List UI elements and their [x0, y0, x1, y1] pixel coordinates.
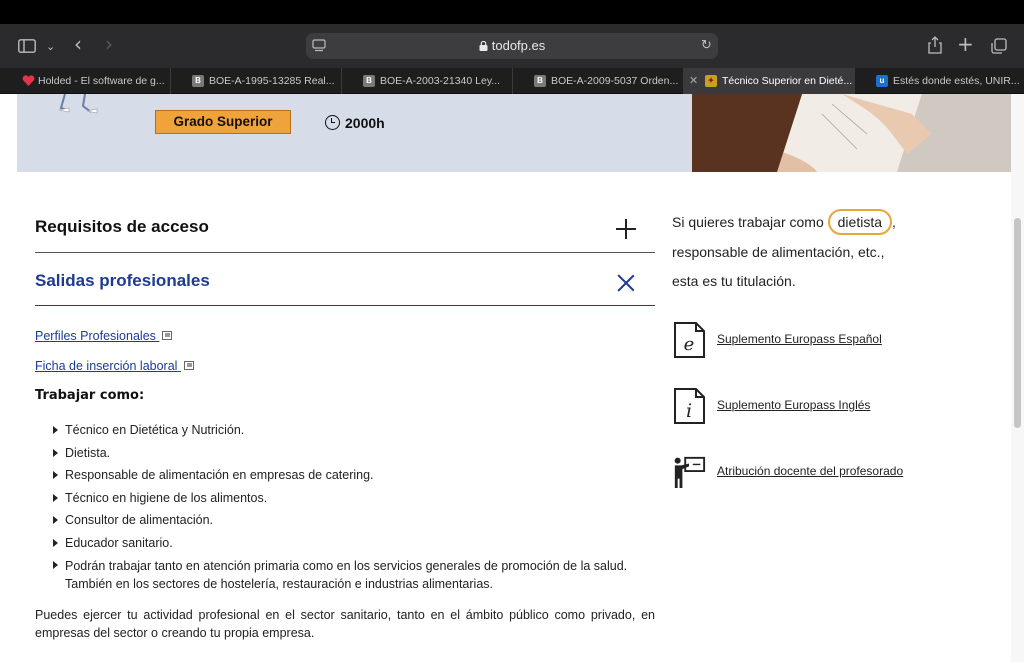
requisitos-acceso-header[interactable]: Requisitos de acceso: [35, 217, 209, 237]
doc-label: Suplemento Europass Inglés: [717, 398, 871, 412]
boe-favicon-icon: B: [192, 75, 204, 87]
duration-hours: 2000h: [325, 113, 385, 131]
doc-label: Suplemento Europass Español: [717, 332, 882, 346]
tab-label: BOE-A-1995-13285 Real...: [209, 75, 335, 87]
clock-icon: [325, 115, 340, 130]
back-icon[interactable]: ‹: [74, 34, 82, 54]
person-illustration-icon: [58, 94, 98, 114]
hero-photo: [692, 94, 1012, 172]
svg-text:e: e: [684, 334, 695, 355]
svg-text:i: i: [686, 400, 692, 422]
boe-favicon-icon: B: [534, 75, 546, 87]
lock-icon: [479, 41, 488, 51]
tab-label: Técnico Superior en Dieté...: [722, 75, 853, 87]
address-bar[interactable]: todofp.es ↻: [306, 33, 718, 59]
tab-bar: Holded - El software de g... B BOE-A-199…: [0, 68, 1024, 94]
right-intro-line3: esta es tu titulación.: [672, 273, 796, 289]
right-intro-line1: Si quieres trabajar como dietista,: [672, 209, 942, 235]
list-item: Dietista.: [53, 445, 663, 461]
share-icon[interactable]: [927, 36, 943, 54]
reload-icon[interactable]: ↻: [701, 38, 712, 54]
tab-boe-2[interactable]: B BOE-A-2003-21340 Ley...: [342, 68, 513, 94]
highlighted-word: dietista: [827, 209, 892, 235]
trabajar-como-heading: Trabajar como:: [35, 388, 145, 403]
intro-prefix: Si quieres trabajar como: [672, 214, 824, 230]
teacher-board-icon: [674, 456, 706, 489]
perfiles-profesionales-link[interactable]: Perfiles Profesionales: [35, 329, 173, 343]
page-content: Grado Superior 2000h Requisitos de acces…: [0, 94, 1024, 662]
url-display[interactable]: todofp.es: [306, 38, 718, 53]
menu-bar-strip: [0, 0, 1024, 24]
tab-label: Estés donde estés, UNIR...: [893, 75, 1020, 87]
close-tab-icon[interactable]: ✕: [689, 68, 698, 94]
boe-favicon-icon: B: [363, 75, 375, 87]
scrollbar-thumb[interactable]: [1014, 218, 1021, 428]
tab-label: BOE-A-2003-21340 Ley...: [380, 75, 501, 87]
external-link-icon: [183, 361, 194, 370]
list-item: Responsable de alimentación en empresas …: [53, 467, 663, 483]
intro-suffix: ,: [892, 214, 896, 230]
tab-boe-3[interactable]: B BOE-A-2009-5037 Orden...: [513, 68, 684, 94]
tab-label: Holded - El software de g...: [38, 75, 165, 87]
tab-tecnico-superior[interactable]: ✕ ✦ Técnico Superior en Dieté...: [684, 68, 855, 94]
list-item: Educador sanitario.: [53, 535, 663, 551]
forward-icon[interactable]: ›: [105, 34, 113, 54]
notebook-writing-photo: [692, 94, 1012, 172]
browser-toolbar: ⌄ ‹ › todofp.es ↻ +: [0, 24, 1024, 68]
jobs-list: Técnico en Dietética y Nutrición. Dietis…: [53, 422, 663, 600]
link-text: Perfiles Profesionales: [35, 329, 156, 343]
right-intro-line2: responsable de alimentación, etc.,: [672, 244, 885, 260]
page-scrollbar[interactable]: [1011, 94, 1024, 662]
tab-label: BOE-A-2009-5037 Orden...: [551, 75, 679, 87]
doc-label: Atribución docente del profesorado: [717, 464, 904, 478]
new-tab-icon[interactable]: +: [957, 34, 974, 54]
chevron-down-icon[interactable]: ⌄: [46, 39, 55, 55]
salidas-profesionales-header[interactable]: Salidas profesionales: [35, 271, 210, 291]
ministry-icon: ✦: [705, 75, 717, 87]
sidebar-toggle-icon[interactable]: [18, 39, 36, 53]
tab-boe-1[interactable]: B BOE-A-1995-13285 Real...: [171, 68, 342, 94]
plus-icon[interactable]: [616, 219, 636, 239]
tab-holded[interactable]: Holded - El software de g...: [0, 68, 171, 94]
url-text: todofp.es: [491, 38, 546, 53]
list-item: Técnico en Dietética y Nutrición.: [53, 422, 663, 438]
tab-unir[interactable]: u Estés donde estés, UNIR...: [855, 68, 1024, 94]
link-text: Ficha de inserción laboral: [35, 359, 178, 373]
divider: [35, 252, 655, 253]
close-icon[interactable]: [617, 274, 635, 292]
list-item: Consultor de alimentación.: [53, 512, 663, 528]
list-item: Técnico en higiene de los alimentos.: [53, 490, 663, 506]
unir-favicon-icon: u: [876, 75, 888, 87]
document-i-icon: i: [674, 388, 705, 424]
divider: [35, 305, 655, 306]
ficha-insercion-link[interactable]: Ficha de inserción laboral: [35, 359, 194, 373]
external-link-icon: [162, 331, 173, 340]
hours-value: 2000h: [345, 115, 385, 131]
career-paragraph: Puedes ejercer tu actividad profesional …: [35, 608, 655, 640]
holded-heart-icon: [22, 75, 35, 86]
list-item: Podrán trabajar tanto en atención primar…: [53, 557, 663, 593]
hero-banner: Grado Superior 2000h: [17, 94, 1012, 172]
tab-overview-icon[interactable]: [991, 38, 1007, 54]
grade-badge: Grado Superior: [155, 110, 291, 134]
document-e-icon: e: [674, 322, 705, 358]
